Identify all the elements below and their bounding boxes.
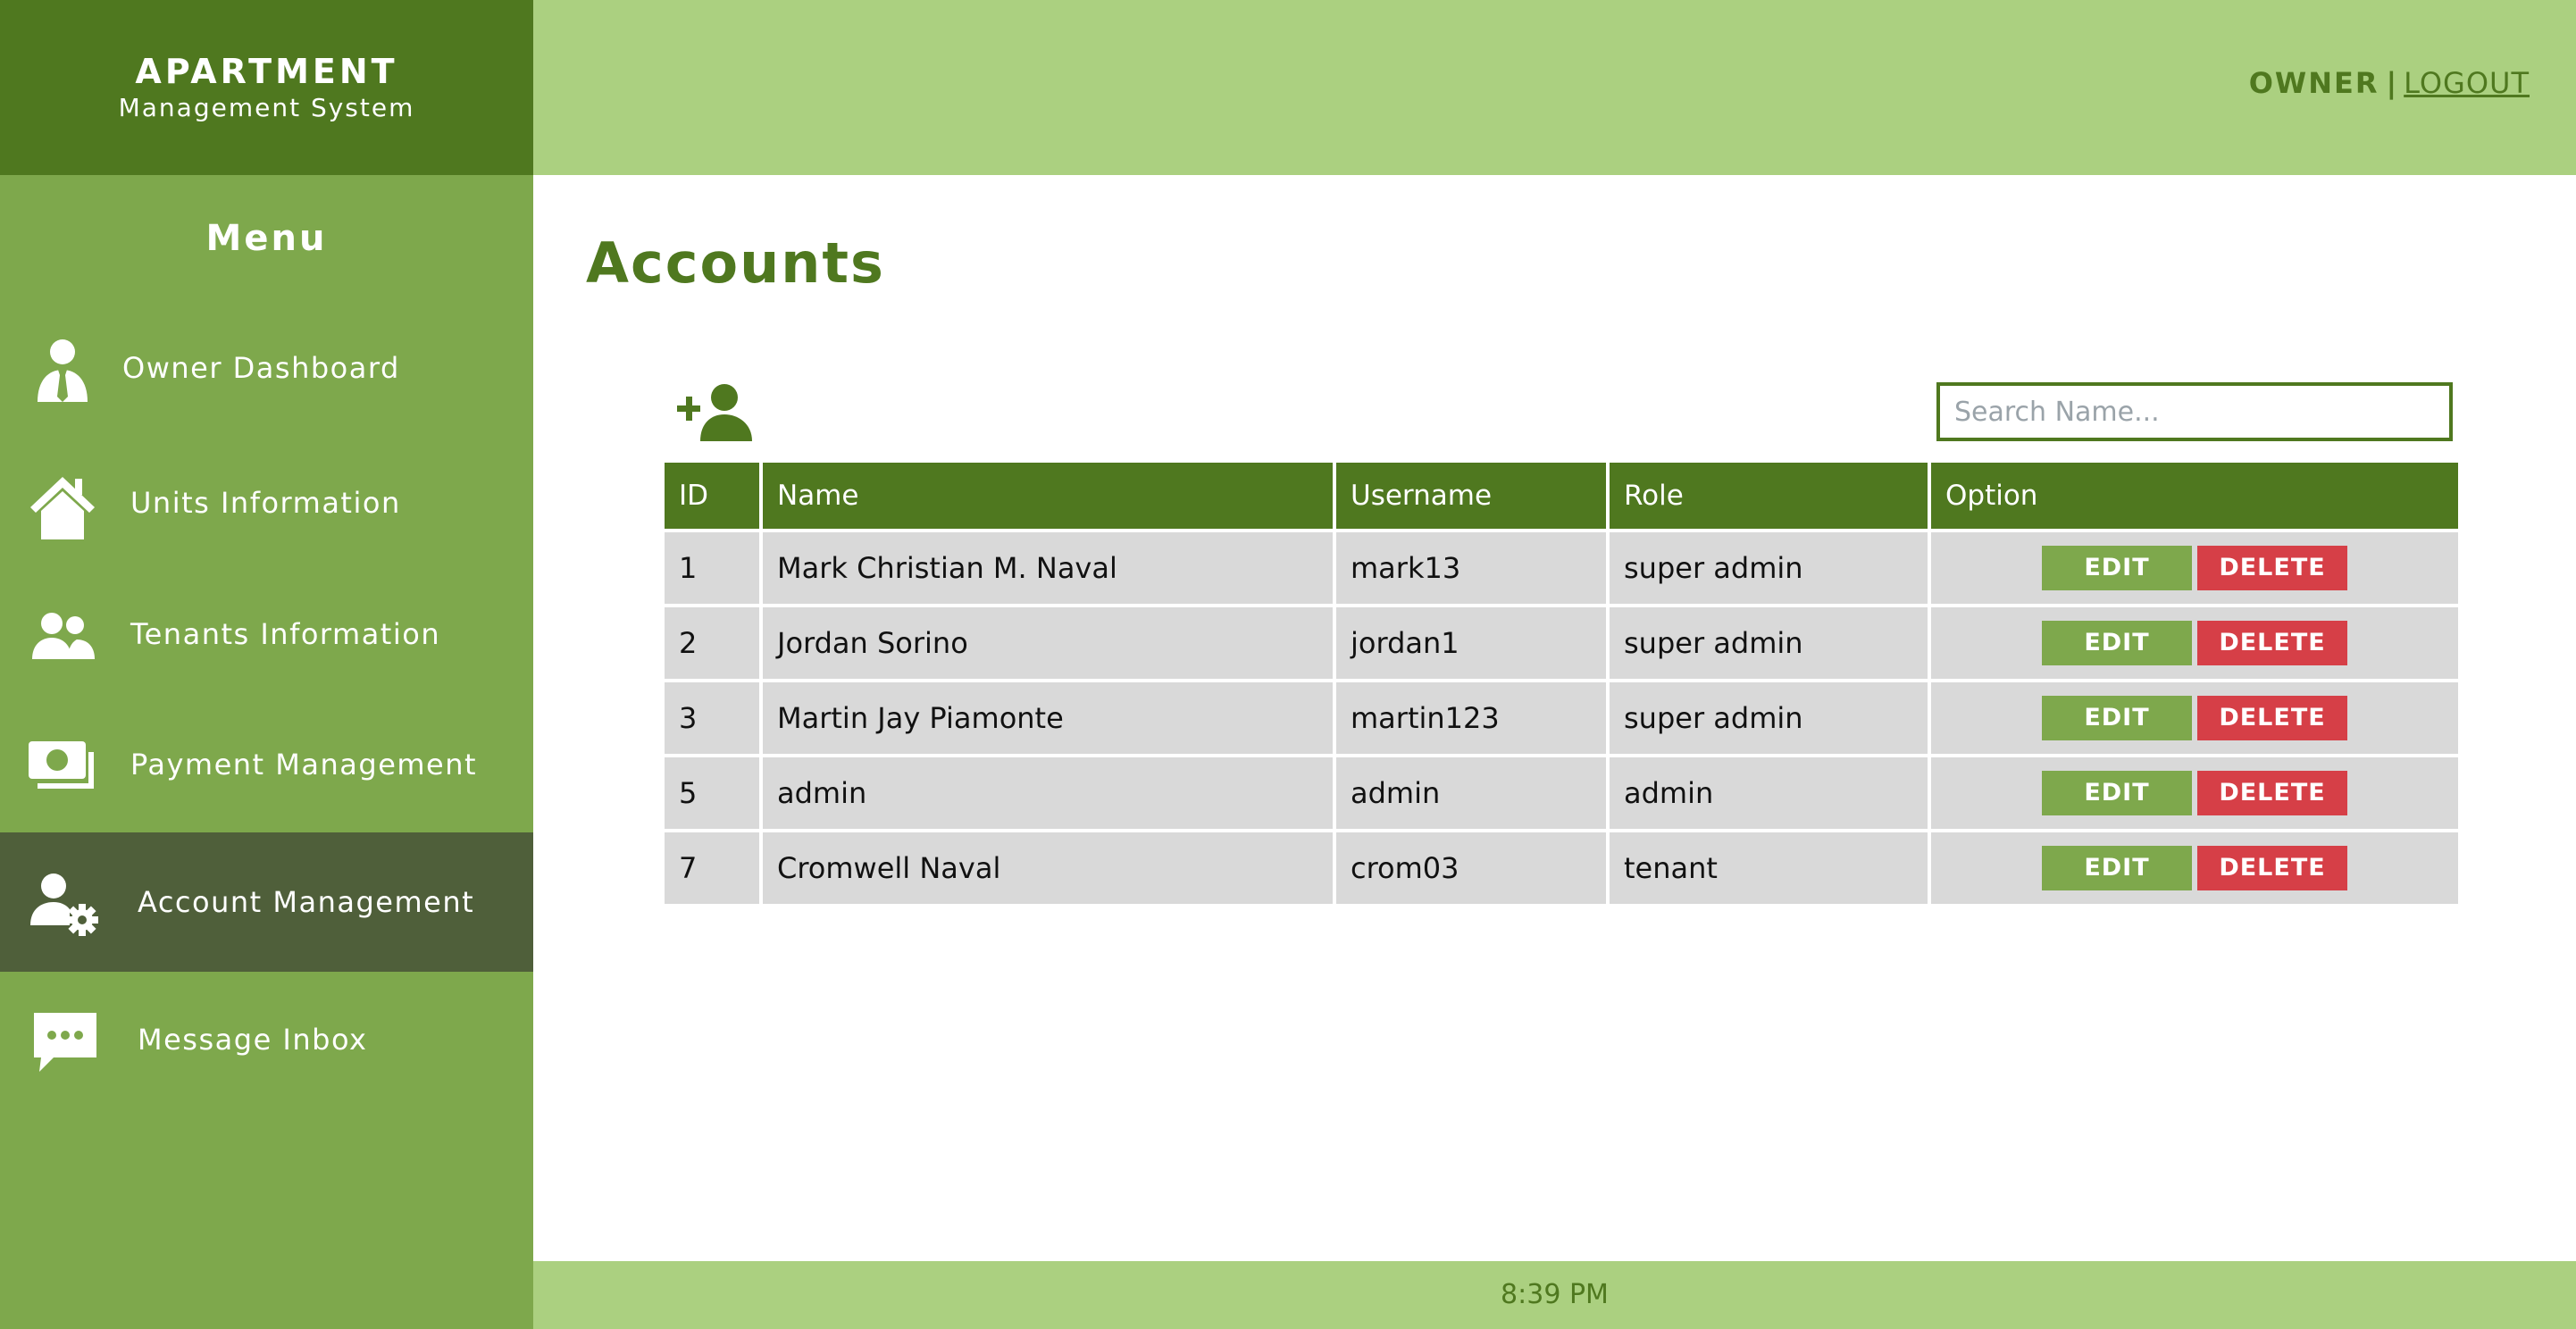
sidebar-item-payment-management[interactable]: Payment Management bbox=[0, 695, 533, 834]
brand-subtitle: Management System bbox=[118, 93, 415, 122]
cell-role: super admin bbox=[1610, 607, 1928, 679]
cell-option: EDIT DELETE bbox=[1931, 832, 2458, 904]
add-user-icon bbox=[677, 384, 752, 441]
search-input[interactable] bbox=[1936, 382, 2453, 441]
user-area: OWNER | LOGOUT bbox=[2249, 66, 2530, 100]
message-dots-icon bbox=[30, 1006, 102, 1077]
table-header-row: ID Name Username Role Option bbox=[665, 463, 2458, 529]
cell-id: 3 bbox=[665, 682, 759, 754]
cell-option: EDIT DELETE bbox=[1931, 532, 2458, 604]
user-gear-icon bbox=[27, 868, 98, 940]
cell-role: admin bbox=[1610, 757, 1928, 829]
sidebar-item-owner-dashboard[interactable]: Owner Dashboard bbox=[0, 300, 533, 439]
sidebar-item-label: Owner Dashboard bbox=[122, 351, 400, 385]
cell-option: EDIT DELETE bbox=[1931, 757, 2458, 829]
table-row: 2 Jordan Sorino jordan1 super admin EDIT… bbox=[665, 607, 2458, 679]
cell-id: 1 bbox=[665, 532, 759, 604]
cell-name: Cromwell Naval bbox=[763, 832, 1333, 904]
cell-role: super admin bbox=[1610, 682, 1928, 754]
owner-label: OWNER bbox=[2248, 66, 2379, 100]
edit-button[interactable]: EDIT bbox=[2042, 696, 2192, 740]
column-header-username: Username bbox=[1336, 463, 1606, 529]
money-bill-icon bbox=[27, 731, 98, 802]
column-header-id: ID bbox=[665, 463, 759, 529]
cell-option: EDIT DELETE bbox=[1931, 607, 2458, 679]
sidebar: APARTMENT Management System Menu Owner D… bbox=[0, 0, 533, 1329]
sidebar-item-label: Account Management bbox=[138, 885, 475, 919]
accounts-table: ID Name Username Role Option 1 Mark Chri… bbox=[661, 459, 2462, 907]
cell-username: admin bbox=[1336, 757, 1606, 829]
cell-name: Jordan Sorino bbox=[763, 607, 1333, 679]
top-header: OWNER | LOGOUT bbox=[533, 0, 2576, 175]
cell-id: 2 bbox=[665, 607, 759, 679]
column-header-role: Role bbox=[1610, 463, 1928, 529]
add-user-button[interactable] bbox=[675, 382, 756, 441]
sidebar-item-label: Tenants Information bbox=[130, 617, 441, 651]
brand-header: APARTMENT Management System bbox=[0, 0, 533, 175]
table-row: 3 Martin Jay Piamonte martin123 super ad… bbox=[665, 682, 2458, 754]
delete-button[interactable]: DELETE bbox=[2197, 771, 2347, 815]
sidebar-item-label: Units Information bbox=[130, 486, 401, 520]
logout-link[interactable]: LOGOUT bbox=[2404, 66, 2530, 100]
delete-button[interactable]: DELETE bbox=[2197, 846, 2347, 890]
cell-username: jordan1 bbox=[1336, 607, 1606, 679]
sidebar-item-account-management[interactable]: Account Management bbox=[0, 832, 533, 972]
sidebar-item-label: Message Inbox bbox=[138, 1023, 368, 1057]
table-row: 7 Cromwell Naval crom03 tenant EDIT DELET… bbox=[665, 832, 2458, 904]
user-tie-icon bbox=[27, 332, 98, 404]
cell-role: tenant bbox=[1610, 832, 1928, 904]
delete-button[interactable]: DELETE bbox=[2197, 621, 2347, 665]
separator: | bbox=[2386, 66, 2397, 100]
edit-button[interactable]: EDIT bbox=[2042, 621, 2192, 665]
table-row: 5 admin admin admin EDIT DELETE bbox=[665, 757, 2458, 829]
table-row: 1 Mark Christian M. Naval mark13 super a… bbox=[665, 532, 2458, 604]
sidebar-item-message-inbox[interactable]: Message Inbox bbox=[0, 972, 533, 1111]
delete-button[interactable]: DELETE bbox=[2197, 696, 2347, 740]
sidebar-item-units-information[interactable]: Units Information bbox=[0, 434, 533, 573]
cell-id: 5 bbox=[665, 757, 759, 829]
users-icon bbox=[27, 600, 98, 672]
edit-button[interactable]: EDIT bbox=[2042, 771, 2192, 815]
footer-clock: 8:39 PM bbox=[1501, 1279, 1609, 1310]
delete-button[interactable]: DELETE bbox=[2197, 546, 2347, 590]
cell-role: super admin bbox=[1610, 532, 1928, 604]
cell-name: Mark Christian M. Naval bbox=[763, 532, 1333, 604]
cell-username: martin123 bbox=[1336, 682, 1606, 754]
brand-title: APARTMENT bbox=[135, 52, 398, 91]
house-icon bbox=[27, 470, 98, 541]
column-header-name: Name bbox=[763, 463, 1333, 529]
edit-button[interactable]: EDIT bbox=[2042, 846, 2192, 890]
page-title: Accounts bbox=[586, 230, 885, 296]
sidebar-item-label: Payment Management bbox=[130, 748, 478, 782]
cell-id: 7 bbox=[665, 832, 759, 904]
cell-option: EDIT DELETE bbox=[1931, 682, 2458, 754]
cell-username: crom03 bbox=[1336, 832, 1606, 904]
cell-name: Martin Jay Piamonte bbox=[763, 682, 1333, 754]
edit-button[interactable]: EDIT bbox=[2042, 546, 2192, 590]
menu-title: Menu bbox=[205, 218, 328, 259]
cell-username: mark13 bbox=[1336, 532, 1606, 604]
sidebar-item-tenants-information[interactable]: Tenants Information bbox=[0, 564, 533, 704]
footer: 8:39 PM bbox=[533, 1261, 2576, 1329]
cell-name: admin bbox=[763, 757, 1333, 829]
column-header-option: Option bbox=[1931, 463, 2458, 529]
